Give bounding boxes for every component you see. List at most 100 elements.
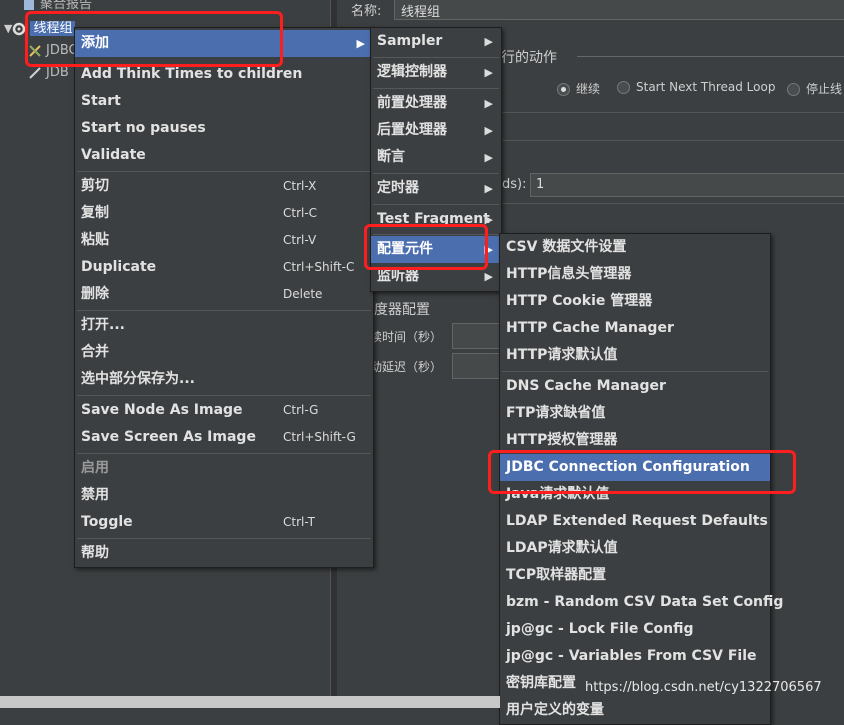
menu-separator (373, 173, 499, 174)
tree-item-label: JDBC (46, 43, 78, 58)
config-item-http-header-manager[interactable]: HTTP信息头管理器 (500, 261, 770, 288)
menu-item-add-think-times[interactable]: Add Think Times to children (75, 61, 373, 88)
startup-delay-label: 动延迟（秒） (370, 360, 443, 374)
submenu-arrow-icon: ▶ (484, 243, 493, 256)
error-action-label: 行的动作 (501, 50, 557, 66)
config-item-dns-cache-manager[interactable]: DNS Cache Manager (500, 373, 770, 400)
radio-next-loop[interactable]: Start Next Thread Loop (617, 80, 775, 94)
submenu-item-logic-controller[interactable]: 逻辑控制器 ▶ (371, 59, 501, 86)
menu-item-start[interactable]: Start (75, 88, 373, 115)
config-item-lock-file-config[interactable]: jp@gc - Lock File Config (500, 616, 770, 643)
sampler-icon (28, 44, 42, 58)
pipette-icon (28, 66, 42, 80)
menu-separator (373, 57, 499, 58)
menu-item-merge[interactable]: 合并 (75, 339, 373, 366)
menu-item-duplicate[interactable]: Duplicate Ctrl+Shift-C (75, 254, 373, 281)
tree-item-label: JDB (46, 65, 69, 80)
startup-delay-input[interactable] (452, 353, 504, 379)
menu-item-enable: 启用 (81, 460, 109, 476)
divider (497, 140, 844, 141)
tree-item-jdbc-1[interactable]: JDBC (28, 41, 78, 61)
submenu-arrow-icon: ▶ (484, 35, 493, 48)
submenu-item-timer[interactable]: 定时器 ▶ (371, 175, 501, 202)
group-border (577, 56, 844, 57)
name-value: 线程组 (401, 5, 441, 20)
config-item-random-csv-data-set[interactable]: bzm - Random CSV Data Set Config (500, 589, 783, 616)
config-item-ftp-request-defaults[interactable]: FTP请求缺省值 (500, 400, 770, 427)
config-item-http-auth-manager[interactable]: HTTP授权管理器 (500, 427, 770, 454)
scheduler-label: 度器配置 (374, 302, 430, 318)
submenu-item-config-element[interactable]: 配置元件 ▶ (371, 236, 501, 263)
menu-item-paste[interactable]: 粘贴 Ctrl-V (75, 227, 373, 254)
duration-input[interactable] (452, 323, 504, 349)
submenu-arrow-icon: ▶ (484, 124, 493, 137)
menu-item-help[interactable]: 帮助 (75, 540, 373, 567)
background-window-strip (0, 696, 500, 708)
config-item-java-request-defaults[interactable]: Java请求默认值 (500, 481, 770, 508)
loop-label: ds): (502, 177, 527, 192)
submenu-item-listener[interactable]: 监听器 ▶ (371, 263, 501, 290)
watermark-text: https://blog.csdn.net/cy1322706567 (585, 680, 822, 695)
config-item-csv-data-set[interactable]: CSV 数据文件设置 (500, 234, 770, 261)
menu-item-toggle[interactable]: Toggle Ctrl-T (75, 509, 373, 536)
submenu-item-test-fragment[interactable]: Test Fragment ▶ (371, 206, 501, 233)
menu-item-disable[interactable]: 禁用 (75, 482, 373, 509)
menu-item-save-node-as-image[interactable]: Save Node As Image Ctrl-G (75, 397, 373, 424)
submenu-arrow-icon: ▶ (484, 151, 493, 164)
context-menu: 添加 ▶ Add Think Times to children Start St… (74, 27, 374, 568)
submenu-arrow-icon: ▶ (484, 97, 493, 110)
radio-selected-icon (557, 83, 570, 96)
config-item-jdbc-connection-configuration[interactable]: JDBC Connection Configuration (500, 454, 770, 481)
loop-count-input[interactable]: 1 (530, 173, 844, 197)
menu-item-start-no-pauses[interactable]: Start no pauses (75, 115, 373, 142)
menu-separator (502, 371, 768, 372)
expand-triangle-icon[interactable]: ▼ (4, 22, 12, 35)
radio-icon (617, 81, 630, 94)
submenu-arrow-icon: ▶ (356, 37, 365, 50)
config-item-ldap-extended-request-defaults[interactable]: LDAP Extended Request Defaults (500, 508, 770, 535)
menu-separator (373, 204, 499, 205)
submenu-arrow-icon: ▶ (484, 66, 493, 79)
config-item-variables-from-csv[interactable]: jp@gc - Variables From CSV File (500, 643, 770, 670)
radio-continue[interactable]: 继续 (557, 80, 600, 97)
divider (497, 203, 844, 204)
menu-item-save-screen-as-image[interactable]: Save Screen As Image Ctrl+Shift-G (75, 424, 373, 451)
radio-icon (787, 83, 800, 96)
submenu-arrow-icon: ▶ (484, 182, 493, 195)
menu-item-save-selection-as[interactable]: 选中部分保存为... (75, 366, 373, 393)
menu-item-open[interactable]: 打开... (75, 312, 373, 339)
menu-separator (77, 453, 371, 454)
menu-item-cut[interactable]: 剪切 Ctrl-X (75, 173, 373, 200)
config-item-http-cache-manager[interactable]: HTTP Cache Manager (500, 315, 770, 342)
config-item-tcp-sampler-config[interactable]: TCP取样器配置 (500, 562, 770, 589)
submenu-arrow-icon: ▶ (484, 213, 493, 226)
config-item-http-request-defaults[interactable]: HTTP请求默认值 (500, 342, 770, 369)
gear-icon (12, 22, 26, 36)
tree-item-label: 线程组 (30, 21, 76, 36)
menu-separator (77, 538, 371, 539)
tree-item-thread-group[interactable]: ▼ 线程组 (4, 19, 76, 39)
menu-item-delete[interactable]: 删除 Delete (75, 281, 373, 308)
menu-separator (373, 234, 499, 235)
menu-item-add[interactable]: 添加 ▶ (75, 30, 373, 57)
submenu-arrow-icon: ▶ (484, 270, 493, 283)
config-item-user-defined-variables[interactable]: 用户定义的变量 (500, 697, 770, 724)
submenu-item-pre-processor[interactable]: 前置处理器 ▶ (371, 90, 501, 117)
submenu-item-assertion[interactable]: 断言 ▶ (371, 144, 501, 171)
menu-separator (77, 171, 371, 172)
radio-stop[interactable]: 停止线 (787, 80, 842, 97)
tree-item-jdbc-2[interactable]: JDB (28, 63, 69, 83)
menu-item-copy[interactable]: 复制 Ctrl-C (75, 200, 373, 227)
submenu-item-post-processor[interactable]: 后置处理器 ▶ (371, 117, 501, 144)
name-field[interactable]: 线程组 (394, 0, 844, 20)
config-item-ldap-request-defaults[interactable]: LDAP请求默认值 (500, 535, 770, 562)
divider (497, 112, 844, 113)
menu-item-validate[interactable]: Validate (75, 142, 373, 169)
menu-separator (77, 310, 371, 311)
report-icon (22, 0, 36, 12)
tree-item-aggregate-report[interactable]: 聚合报告 (22, 0, 92, 15)
config-item-http-cookie-manager[interactable]: HTTP Cookie 管理器 (500, 288, 770, 315)
name-label: 名称: (351, 4, 382, 19)
config-element-submenu: CSV 数据文件设置 HTTP信息头管理器 HTTP Cookie 管理器 HT… (499, 233, 783, 725)
submenu-item-sampler[interactable]: Sampler ▶ (371, 28, 501, 55)
